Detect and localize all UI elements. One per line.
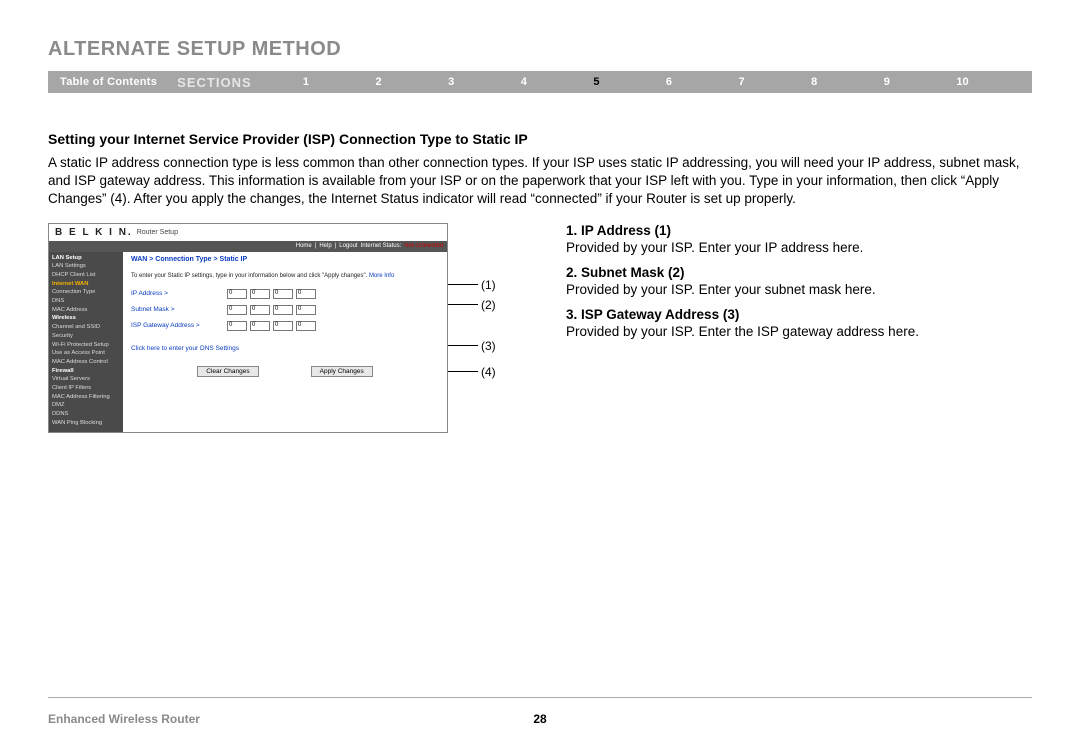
form-row: IP Address >0000 bbox=[131, 289, 439, 299]
sidebar-item[interactable]: Channel and SSID bbox=[52, 323, 120, 332]
callout-2: (2) bbox=[481, 298, 496, 312]
callout-3: (3) bbox=[481, 339, 496, 353]
section-paragraph: A static IP address connection type is l… bbox=[48, 154, 1032, 209]
section-link-6[interactable]: 6 bbox=[666, 76, 672, 88]
desc-title-3: 3. ISP Gateway Address (3) bbox=[566, 307, 1032, 322]
octet-input[interactable]: 0 bbox=[250, 305, 270, 315]
sidebar-item[interactable]: DMZ bbox=[52, 401, 120, 410]
octet-input[interactable]: 0 bbox=[273, 321, 293, 331]
apply-changes-button[interactable]: Apply Changes bbox=[311, 366, 373, 377]
topbar-status-label: Internet Status: bbox=[361, 243, 402, 249]
toc-link[interactable]: Table of Contents bbox=[48, 76, 169, 88]
octet-input[interactable]: 0 bbox=[273, 289, 293, 299]
sidebar-item[interactable]: LAN Settings bbox=[52, 262, 120, 271]
figure-column: B E L K I N. Router Setup Home | Help | … bbox=[48, 223, 510, 433]
topbar-help[interactable]: Help bbox=[319, 243, 331, 249]
field-label: Subnet Mask > bbox=[131, 306, 227, 313]
description-column: 1. IP Address (1) Provided by your ISP. … bbox=[566, 223, 1032, 433]
sidebar-item[interactable]: MAC Address Control bbox=[52, 358, 120, 367]
octet-input[interactable]: 0 bbox=[273, 305, 293, 315]
sidebar-item[interactable]: Wireless bbox=[52, 314, 120, 323]
footer-rule bbox=[48, 697, 1032, 698]
octet-input[interactable]: 0 bbox=[296, 321, 316, 331]
topbar-logout[interactable]: Logout bbox=[339, 243, 357, 249]
page-title: ALTERNATE SETUP METHOD bbox=[48, 38, 1032, 61]
router-screenshot: B E L K I N. Router Setup Home | Help | … bbox=[48, 223, 448, 433]
section-link-4[interactable]: 4 bbox=[521, 76, 527, 88]
router-sidebar: LAN SetupLAN SettingsDHCP Client ListInt… bbox=[49, 252, 123, 432]
callout-1: (1) bbox=[481, 278, 496, 292]
section-link-10[interactable]: 10 bbox=[956, 76, 968, 88]
router-topbar: Home | Help | Logout Internet Status: No… bbox=[49, 241, 447, 252]
sidebar-item[interactable]: Wi-Fi Protected Setup bbox=[52, 341, 120, 350]
sidebar-item[interactable]: Security bbox=[52, 332, 120, 341]
form-row: ISP Gateway Address >0000 bbox=[131, 321, 439, 331]
field-label: ISP Gateway Address > bbox=[131, 322, 227, 329]
sidebar-item[interactable]: Virtual Servers bbox=[52, 375, 120, 384]
desc-text-1: Provided by your ISP. Enter your IP addr… bbox=[566, 240, 1032, 255]
topbar-status-value: Not connected bbox=[404, 243, 443, 249]
sidebar-item[interactable]: Connection Type bbox=[52, 288, 120, 297]
sections-label: SECTIONS bbox=[169, 75, 269, 90]
octet-input[interactable]: 0 bbox=[250, 321, 270, 331]
router-breadcrumb: WAN > Connection Type > Static IP bbox=[131, 256, 439, 263]
dns-settings-link[interactable]: Click here to enter your DNS Settings bbox=[131, 345, 439, 352]
sidebar-item[interactable]: WAN Ping Blocking bbox=[52, 419, 120, 428]
router-instruction: To enter your Static IP settings, type i… bbox=[131, 273, 439, 279]
callout-4: (4) bbox=[481, 365, 496, 379]
section-link-9[interactable]: 9 bbox=[884, 76, 890, 88]
sidebar-item[interactable]: MAC Address Filtering bbox=[52, 393, 120, 402]
sidebar-item[interactable]: MAC Address bbox=[52, 306, 120, 315]
clear-changes-button[interactable]: Clear Changes bbox=[197, 366, 258, 377]
octet-input[interactable]: 0 bbox=[227, 305, 247, 315]
brand-subtitle: Router Setup bbox=[137, 229, 178, 236]
section-heading: Setting your Internet Service Provider (… bbox=[48, 131, 1032, 147]
page-footer: Enhanced Wireless Router 28 bbox=[48, 712, 1032, 726]
sidebar-item[interactable]: Use as Access Point bbox=[52, 349, 120, 358]
desc-title-1: 1. IP Address (1) bbox=[566, 223, 1032, 238]
sidebar-item[interactable]: Client IP Filters bbox=[52, 384, 120, 393]
octet-input[interactable]: 0 bbox=[227, 321, 247, 331]
section-link-8[interactable]: 8 bbox=[811, 76, 817, 88]
sidebar-item[interactable]: LAN Setup bbox=[52, 254, 120, 263]
octet-input[interactable]: 0 bbox=[296, 305, 316, 315]
page-number: 28 bbox=[533, 712, 546, 726]
sidebar-item[interactable]: Firewall bbox=[52, 367, 120, 376]
sidebar-item[interactable]: DNS bbox=[52, 297, 120, 306]
section-link-7[interactable]: 7 bbox=[739, 76, 745, 88]
field-label: IP Address > bbox=[131, 290, 227, 297]
footer-left: Enhanced Wireless Router bbox=[48, 712, 200, 726]
section-link-5[interactable]: 5 bbox=[593, 76, 599, 88]
desc-text-2: Provided by your ISP. Enter your subnet … bbox=[566, 282, 1032, 297]
section-numbers: 1 2 3 4 5 6 7 8 9 10 bbox=[270, 76, 1032, 88]
router-main: WAN > Connection Type > Static IP To ent… bbox=[123, 252, 447, 432]
desc-text-3: Provided by your ISP. Enter the ISP gate… bbox=[566, 324, 1032, 339]
sidebar-item[interactable]: Internet WAN bbox=[52, 280, 120, 289]
section-link-2[interactable]: 2 bbox=[375, 76, 381, 88]
desc-title-2: 2. Subnet Mask (2) bbox=[566, 265, 1032, 280]
section-navbar: Table of Contents SECTIONS 1 2 3 4 5 6 7… bbox=[48, 71, 1032, 93]
section-link-3[interactable]: 3 bbox=[448, 76, 454, 88]
octet-input[interactable]: 0 bbox=[296, 289, 316, 299]
octet-input[interactable]: 0 bbox=[227, 289, 247, 299]
form-row: Subnet Mask >0000 bbox=[131, 305, 439, 315]
topbar-home[interactable]: Home bbox=[296, 243, 312, 249]
more-info-link[interactable]: More Info bbox=[369, 273, 394, 279]
brand-logo: B E L K I N. bbox=[55, 227, 133, 238]
sidebar-item[interactable]: DDNS bbox=[52, 410, 120, 419]
section-link-1[interactable]: 1 bbox=[303, 76, 309, 88]
sidebar-item[interactable]: DHCP Client List bbox=[52, 271, 120, 280]
octet-input[interactable]: 0 bbox=[250, 289, 270, 299]
